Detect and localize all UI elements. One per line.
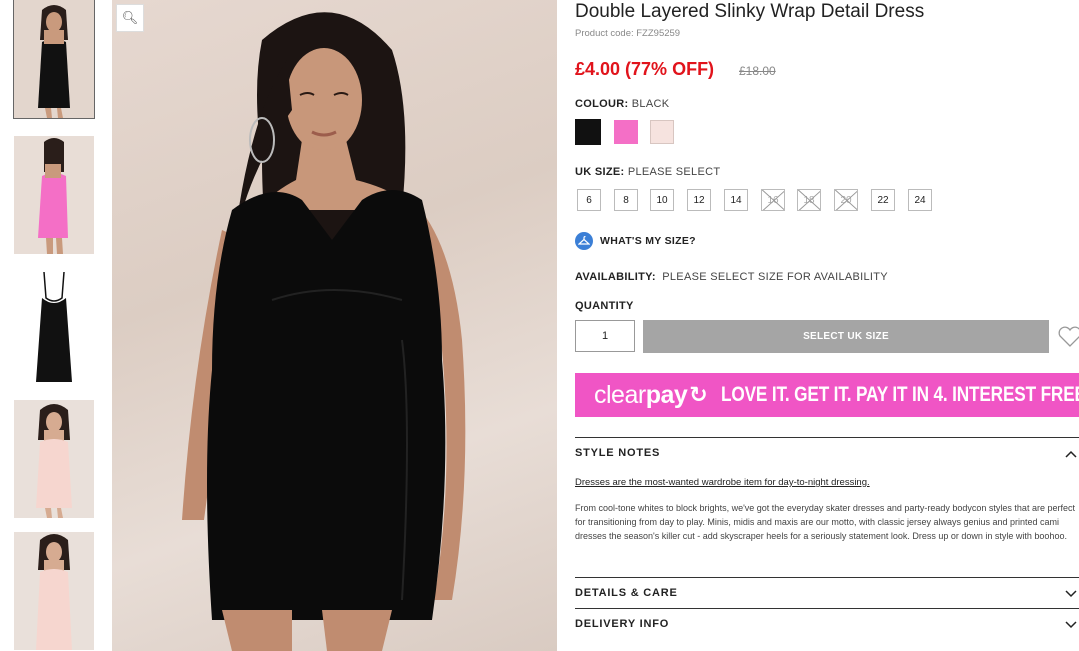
delivery-info-title: DELIVERY INFO <box>575 618 670 630</box>
size-option-16-unavailable: 16 <box>761 189 785 211</box>
product-code: Product code: FZZ95259 <box>575 28 681 39</box>
size-option-12[interactable]: 12 <box>687 189 711 211</box>
quantity-input[interactable] <box>575 320 635 352</box>
availability-row: AVAILABILITY: PLEASE SELECT SIZE FOR AVA… <box>575 271 888 283</box>
thumbnail-pink-back[interactable] <box>14 136 94 254</box>
style-notes-title: STYLE NOTES <box>575 447 661 459</box>
size-option-18-unavailable: 18 <box>797 189 821 211</box>
colour-label-row: COLOUR: BLACK <box>575 98 669 110</box>
thumbnail-black-front[interactable] <box>13 0 95 119</box>
size-option-6[interactable]: 6 <box>577 189 601 211</box>
clearpay-brand-bold: pay <box>645 380 688 409</box>
heart-icon[interactable] <box>1056 322 1079 350</box>
colour-value: BLACK <box>631 98 670 110</box>
size-value: PLEASE SELECT <box>627 166 721 178</box>
delivery-info-header[interactable]: DELIVERY INFO <box>575 609 1079 639</box>
thumbnail-black-flat[interactable] <box>14 268 94 386</box>
colour-swatch-black[interactable] <box>575 119 601 145</box>
chevron-down-icon <box>1065 616 1077 632</box>
whats-my-size-link[interactable]: WHAT'S MY SIZE? <box>575 232 696 250</box>
model-illustration <box>182 12 466 651</box>
clearpay-tagline: LOVE IT. GET IT. PAY IT IN 4. INTEREST F… <box>721 383 1079 406</box>
size-label: UK SIZE: <box>575 166 625 178</box>
sale-price: £4.00 (77% OFF) <box>575 59 715 79</box>
style-notes-lead: Dresses are the most-wanted wardrobe ite… <box>575 477 870 488</box>
details-care-header[interactable]: DETAILS & CARE <box>575 578 1079 608</box>
quantity-label-row: QUANTITY <box>575 300 634 312</box>
size-option-24[interactable]: 24 <box>908 189 932 211</box>
colour-label: COLOUR: <box>575 98 629 110</box>
add-to-bag-button[interactable]: SELECT UK SIZE <box>643 320 1049 353</box>
clearpay-banner[interactable]: clear pay ↻ LOVE IT. GET IT. PAY IT IN 4. … <box>575 373 1079 417</box>
clearpay-mark-icon: ↻ <box>689 382 708 407</box>
style-notes-header[interactable]: STYLE NOTES <box>575 438 1079 468</box>
size-option-20-unavailable: 20 <box>834 189 858 211</box>
thumbnail-nude-front[interactable] <box>14 400 94 518</box>
clearpay-brand: clear <box>594 380 646 409</box>
size-option-22[interactable]: 22 <box>871 189 895 211</box>
availability-label: AVAILABILITY: <box>575 271 656 283</box>
style-notes-accordion: STYLE NOTES <box>575 437 1079 468</box>
main-product-image: 🔍︎ <box>112 0 557 651</box>
whats-my-size-label: WHAT'S MY SIZE? <box>600 235 696 247</box>
quantity-label: QUANTITY <box>575 300 634 312</box>
delivery-info-accordion: DELIVERY INFO <box>575 608 1079 639</box>
clearpay-logo: clear pay ↻ <box>594 380 708 410</box>
thumbnail-nude-front-2[interactable] <box>14 532 94 650</box>
hanger-icon <box>575 232 593 250</box>
size-option-14[interactable]: 14 <box>724 189 748 211</box>
chevron-down-icon <box>1065 585 1077 601</box>
size-option-8[interactable]: 8 <box>614 189 638 211</box>
product-title: Double Layered Slinky Wrap Detail Dress <box>575 1 925 22</box>
colour-swatch-nude[interactable] <box>650 120 674 144</box>
availability-value: PLEASE SELECT SIZE FOR AVAILABILITY <box>662 271 888 283</box>
details-care-title: DETAILS & CARE <box>575 587 678 599</box>
style-notes-body: From cool-tone whites to block brights, … <box>575 503 1075 541</box>
chevron-up-icon <box>1065 445 1077 461</box>
size-label-row: UK SIZE: PLEASE SELECT <box>575 166 720 178</box>
details-care-accordion: DETAILS & CARE <box>575 577 1079 608</box>
zoom-in-icon[interactable]: 🔍︎ <box>116 4 144 32</box>
colour-swatch-pink[interactable] <box>614 120 638 144</box>
original-price: £18.00 <box>739 64 776 78</box>
size-option-10[interactable]: 10 <box>650 189 674 211</box>
